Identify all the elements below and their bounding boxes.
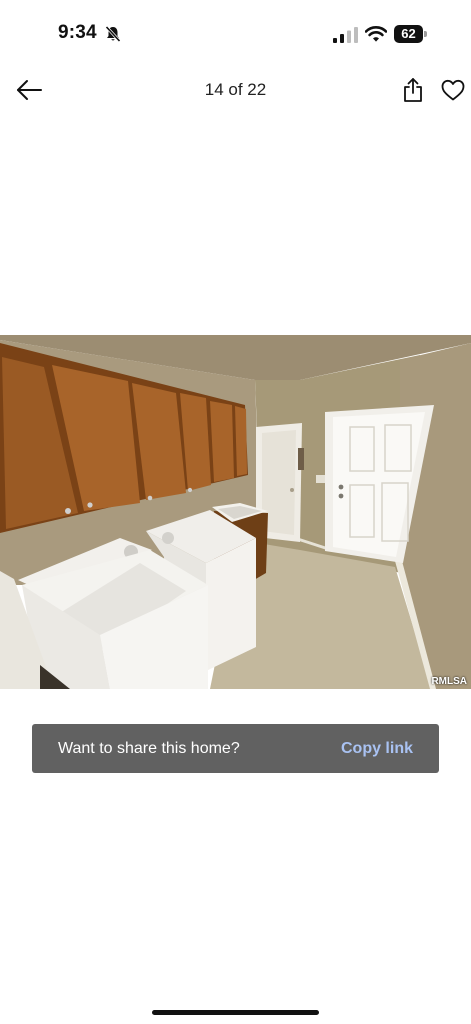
battery-level: 62 [401, 26, 416, 41]
share-banner: Want to share this home? Copy link [32, 724, 439, 773]
clock: 9:34 [58, 22, 97, 43]
wifi-icon [365, 26, 387, 42]
favorite-button[interactable] [440, 78, 466, 102]
photo-watermark: RMLSA [431, 676, 467, 687]
heart-icon [441, 79, 465, 101]
share-icon [404, 78, 422, 102]
status-bar: 9:34 62 [0, 0, 471, 64]
share-prompt: Want to share this home? [58, 740, 240, 757]
share-button[interactable] [401, 77, 425, 103]
listing-photo[interactable]: RMLSA [0, 335, 471, 689]
bell-slash-icon [105, 25, 121, 43]
laundry-room-image [0, 335, 471, 689]
copy-link-button[interactable]: Copy link [341, 740, 413, 758]
battery-cap [424, 31, 427, 37]
home-indicator[interactable] [152, 1010, 319, 1015]
battery-icon: 62 [394, 25, 428, 43]
cellular-signal-icon [333, 27, 358, 43]
